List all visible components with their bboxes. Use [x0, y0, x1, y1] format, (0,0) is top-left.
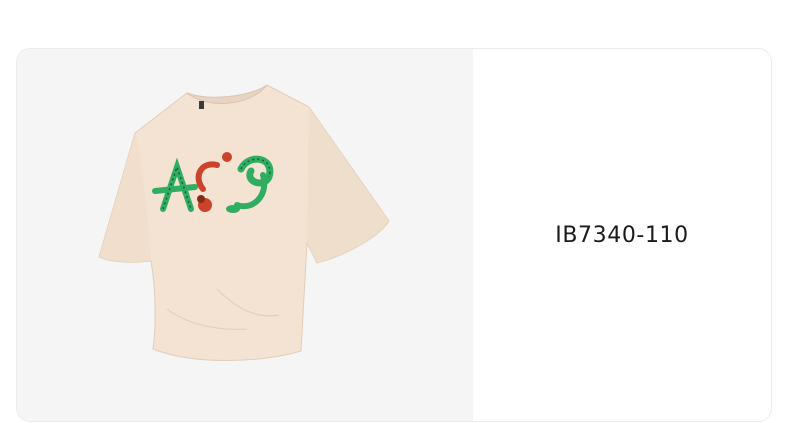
product-info: IB7340-110 [473, 49, 771, 421]
product-sku: IB7340-110 [555, 222, 689, 248]
product-card[interactable]: IB7340-110 [16, 48, 772, 422]
tshirt-sleeve-shade [307, 107, 389, 263]
tshirt-image [98, 84, 390, 361]
product-image[interactable] [17, 49, 473, 421]
